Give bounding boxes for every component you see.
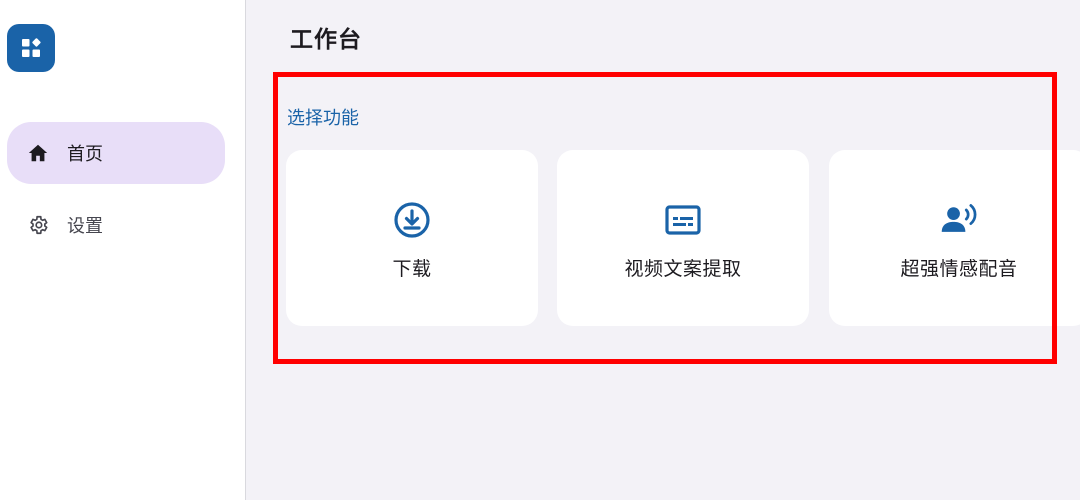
gear-icon [27, 214, 49, 236]
card-video-transcript[interactable]: 视频文案提取 [557, 150, 809, 326]
sidebar: 首页 设置 [0, 0, 246, 500]
app-logo[interactable] [7, 24, 55, 72]
subtitles-icon [663, 200, 703, 240]
sidebar-item-label: 设置 [67, 216, 103, 237]
app-window: 首页 设置 工作台 选择功能 下载 视频文案提取 超强情感配音 [0, 0, 1080, 500]
main-content: 工作台 选择功能 下载 视频文案提取 超强情感配音 [247, 0, 1080, 500]
card-label: 下载 [392, 257, 432, 280]
card-label: 视频文案提取 [624, 257, 742, 280]
home-icon [27, 142, 49, 164]
widgets-icon [22, 38, 41, 57]
sidebar-item-settings[interactable]: 设置 [7, 194, 225, 256]
section-label: 选择功能 [287, 108, 359, 129]
sidebar-item-label: 首页 [67, 144, 103, 165]
download-circle-icon [392, 200, 432, 240]
card-download[interactable]: 下载 [286, 150, 538, 326]
card-label: 超强情感配音 [900, 257, 1018, 280]
page-title: 工作台 [290, 27, 362, 53]
card-emotional-dubbing[interactable]: 超强情感配音 [829, 150, 1080, 326]
voice-icon [939, 200, 979, 240]
sidebar-item-home[interactable]: 首页 [7, 122, 225, 184]
